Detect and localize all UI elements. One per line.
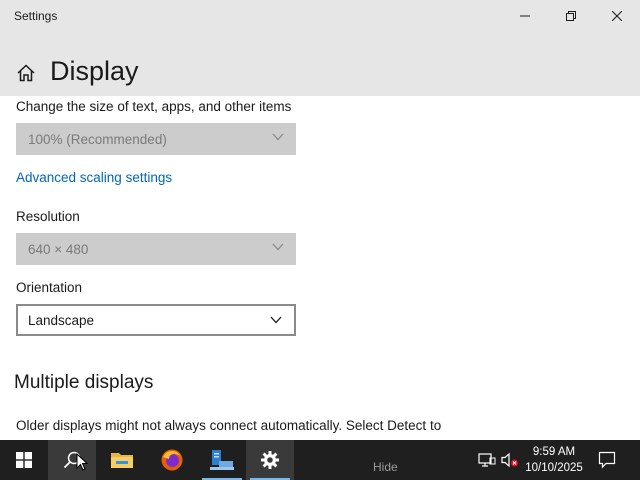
- close-icon: [612, 11, 622, 21]
- taskbar-clock[interactable]: 9:59 AM 10/10/2025: [518, 444, 590, 476]
- advanced-scaling-link[interactable]: Advanced scaling settings: [16, 170, 172, 185]
- orientation-dropdown[interactable]: Landscape: [16, 304, 296, 336]
- notification-icon[interactable]: [598, 451, 616, 469]
- server-manager-button[interactable]: [198, 440, 246, 480]
- file-explorer-icon: [111, 453, 133, 468]
- firefox-icon: [161, 449, 183, 471]
- clock-date: 10/10/2025: [525, 462, 583, 474]
- scale-value: 100% (Recommended): [28, 131, 167, 147]
- multiple-displays-heading: Multiple displays: [14, 372, 154, 393]
- search-button[interactable]: [48, 440, 96, 480]
- restore-button[interactable]: [548, 0, 594, 32]
- volume-muted-icon[interactable]: [501, 452, 519, 468]
- orientation-value: Landscape: [28, 312, 95, 328]
- hide-label: Hide: [373, 460, 398, 474]
- page-title: Display: [50, 56, 139, 86]
- title-bar: Settings: [0, 0, 640, 32]
- settings-button[interactable]: [246, 440, 294, 480]
- mouse-cursor-icon: [76, 453, 88, 471]
- scale-label: Change the size of text, apps, and other…: [16, 99, 292, 114]
- multiple-displays-description: Older displays might not always connect …: [16, 418, 442, 433]
- start-button[interactable]: [0, 440, 48, 480]
- taskbar: 9:59 AM 10/10/2025: [0, 440, 640, 480]
- scale-dropdown: 100% (Recommended): [16, 123, 296, 155]
- start-icon: [16, 452, 32, 468]
- settings-content: Change the size of text, apps, and other…: [0, 96, 640, 440]
- orientation-label: Orientation: [16, 280, 83, 295]
- window-title: Settings: [14, 9, 58, 23]
- firefox-button[interactable]: [148, 440, 196, 480]
- minimize-button[interactable]: [502, 0, 548, 32]
- minimize-icon: [520, 15, 530, 17]
- restore-icon: [566, 11, 576, 21]
- close-button[interactable]: [594, 0, 640, 32]
- chevron-down-icon: [270, 316, 282, 324]
- resolution-label: Resolution: [16, 209, 80, 224]
- file-explorer-button[interactable]: [98, 440, 146, 480]
- resolution-dropdown: 640 × 480: [16, 233, 296, 265]
- page-header: Display: [0, 32, 640, 96]
- clock-time: 9:59 AM: [532, 446, 576, 458]
- chevron-down-icon: [272, 243, 284, 251]
- network-icon[interactable]: [478, 452, 496, 468]
- server-manager-icon: [210, 450, 234, 470]
- settings-icon: [261, 451, 279, 469]
- home-icon[interactable]: [16, 63, 36, 83]
- chevron-down-icon: [272, 133, 284, 141]
- resolution-value: 640 × 480: [28, 241, 89, 257]
